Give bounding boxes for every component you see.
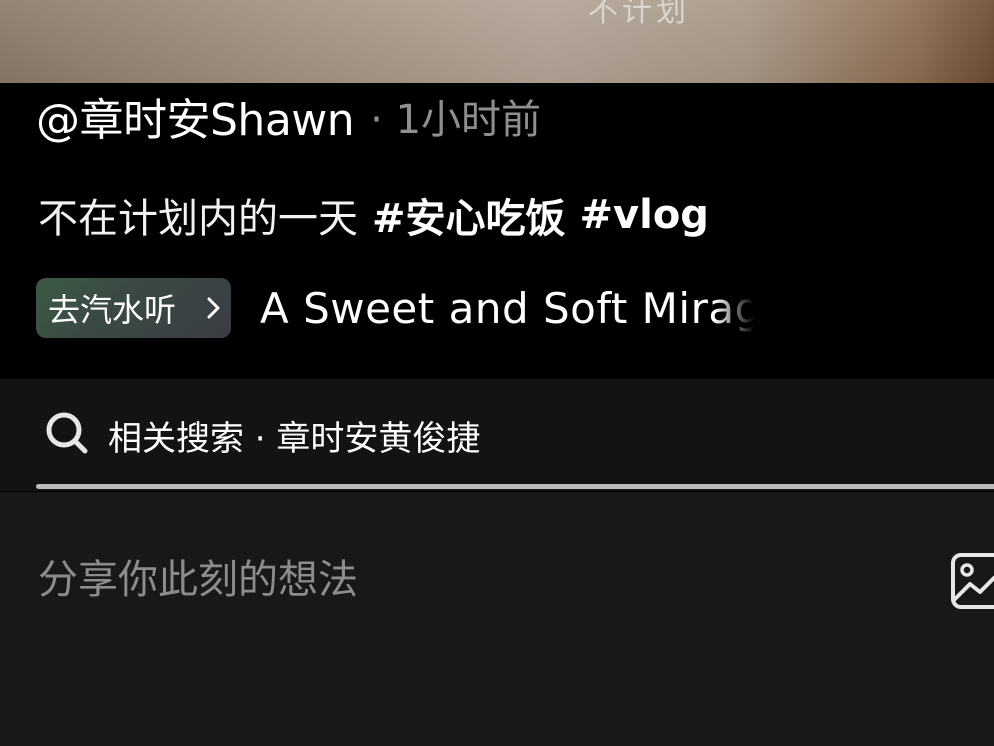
open-in-qishui-label: 去汽水听 — [48, 291, 177, 329]
music-row: 去汽水听 A Sweet and Soft Mirage — [36, 278, 754, 338]
author-row: @章时安Shawn · 1小时前 — [36, 88, 542, 146]
comment-input[interactable]: 分享你此刻的想法 — [38, 552, 358, 608]
related-search-content: 相关搜索 · 章时安黄俊捷 — [44, 379, 480, 491]
song-title: A Sweet and Soft Mirage — [260, 283, 754, 333]
related-search-bar[interactable]: 相关搜索 · 章时安黄俊捷 — [0, 379, 994, 491]
video-frame-shade — [0, 0, 994, 83]
video-player[interactable]: 不计划 — [0, 0, 994, 83]
progress-divider — [36, 484, 994, 489]
hashtag-link[interactable]: #vlog — [580, 192, 709, 238]
hashtag-link[interactable]: #安心吃饭 — [372, 186, 566, 244]
open-in-qishui-button[interactable]: 去汽水听 — [36, 278, 231, 338]
chevron-right-icon — [207, 296, 221, 320]
caption-text: 不在计划内的一天 — [38, 196, 358, 242]
post-time: · 1小时前 — [370, 97, 542, 143]
video-subtitle: 不计划 — [588, 0, 690, 29]
music-title-marquee[interactable]: A Sweet and Soft Mirage — [260, 278, 754, 338]
related-search-label: 相关搜索 · 章时安黄俊捷 — [108, 418, 481, 459]
author-name-link[interactable]: @章时安Shawn — [36, 84, 355, 148]
image-icon[interactable] — [950, 552, 994, 614]
comment-input-area[interactable]: 分享你此刻的想法 — [0, 492, 994, 746]
post-caption: 不在计划内的一天 #安心吃饭 #vlog — [38, 188, 709, 242]
search-icon — [44, 410, 90, 460]
